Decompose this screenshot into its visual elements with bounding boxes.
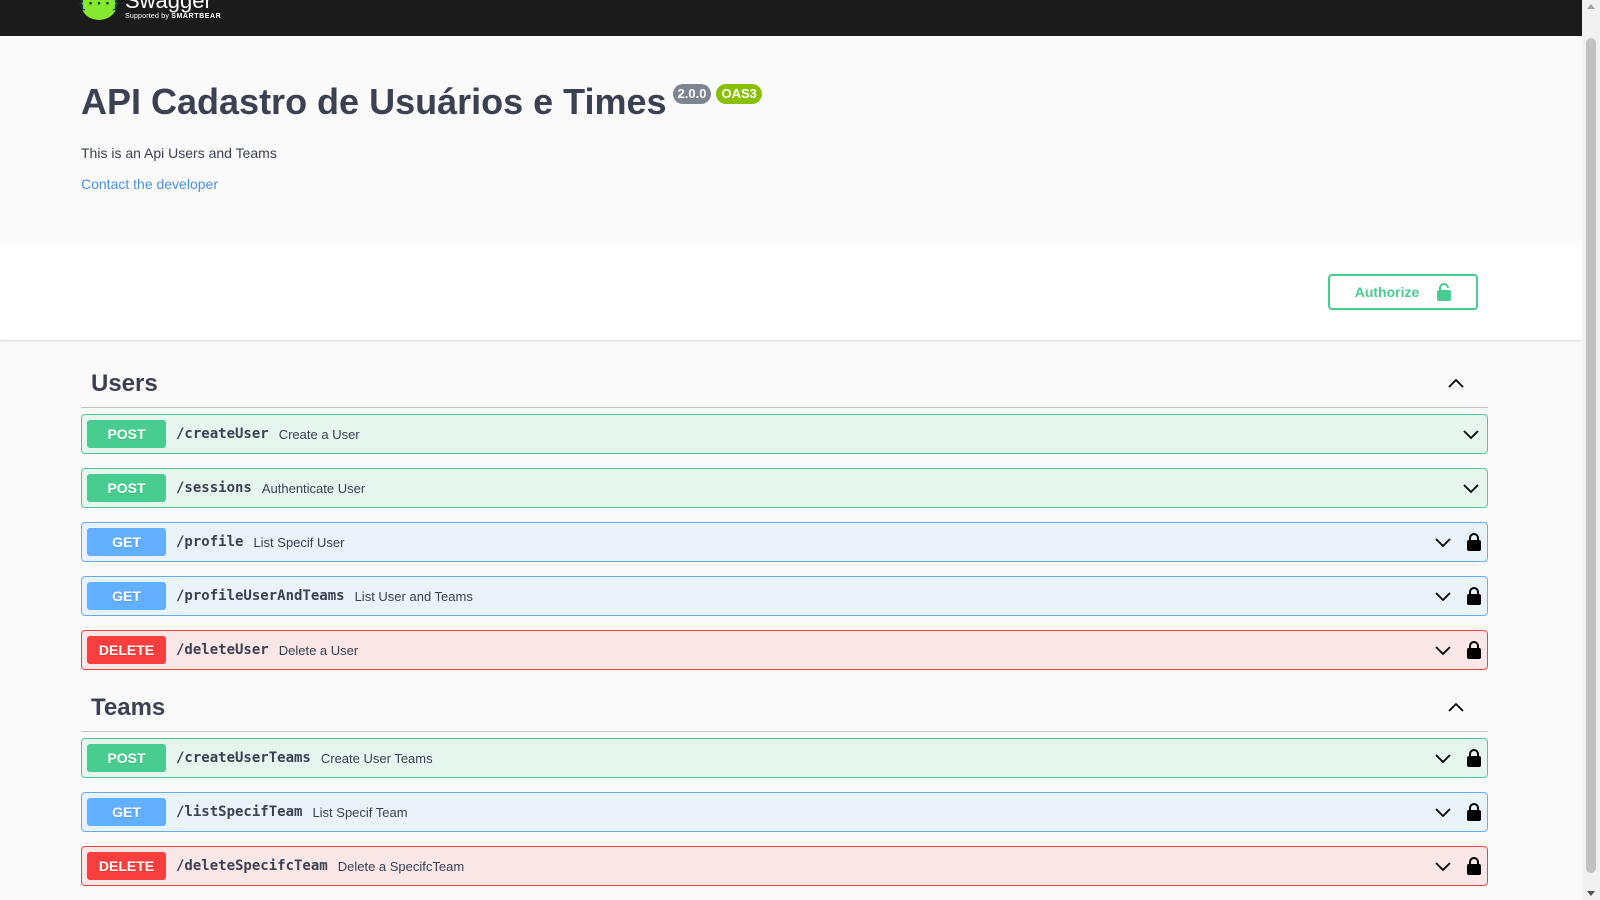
logo-name: Swagger [125, 0, 212, 13]
operation-controls [1433, 577, 1481, 615]
chevron-up-icon[interactable] [1446, 374, 1466, 394]
method-badge: GET [87, 582, 166, 610]
operation-get-profileuserandteams[interactable]: GET/profileUserAndTeams List User and Tea… [81, 576, 1488, 616]
authorize-button[interactable]: Authorize [1328, 274, 1478, 310]
contact-developer-link[interactable]: Contact the developer [81, 176, 218, 192]
scheme-container: Authorize [0, 246, 1582, 340]
chevron-down-icon[interactable] [1433, 802, 1453, 822]
lock-icon[interactable] [1467, 587, 1481, 605]
swagger-logo[interactable]: {···} Swagger Supported by SMARTBEAR [78, 0, 221, 20]
swagger-logo-icon: {···} [78, 0, 120, 20]
operation-path: /createUser [176, 426, 269, 442]
method-badge: DELETE [87, 852, 166, 880]
chevron-down-icon[interactable] [1433, 748, 1453, 768]
method-badge: GET [87, 798, 166, 826]
tag-section-teams: Teams POST/createUserTeams Create User Tea… [81, 684, 1488, 886]
operation-controls [1433, 523, 1481, 561]
method-badge: GET [87, 528, 166, 556]
lock-icon[interactable] [1467, 857, 1481, 875]
method-badge: POST [87, 474, 166, 502]
tag-section-users: Users POST/createUser Create a User POST/se… [81, 360, 1488, 670]
logo-sub: Supported by SMARTBEAR [125, 13, 221, 20]
tag-header[interactable]: Teams [81, 684, 1488, 732]
title-row: API Cadastro de Usuários e Times 2.0.0 O… [81, 80, 762, 124]
tag-header[interactable]: Users [81, 360, 1488, 408]
operation-controls [1433, 631, 1481, 669]
method-badge: POST [87, 420, 166, 448]
topbar: {···} Swagger Supported by SMARTBEAR [0, 0, 1582, 36]
operation-path: /profile [176, 534, 244, 550]
operation-post-sessions[interactable]: POST/sessions Authenticate User [81, 468, 1488, 508]
version-badge: 2.0.0 [672, 84, 712, 104]
logo-text: Swagger Supported by SMARTBEAR [125, 0, 221, 20]
logo-sub-brand: SMARTBEAR [171, 12, 222, 20]
chevron-down-icon[interactable] [1433, 532, 1453, 552]
operation-path: /sessions [176, 480, 252, 496]
operation-post-createuserteams[interactable]: POST/createUserTeams Create User Teams [81, 738, 1488, 778]
chevron-down-icon[interactable] [1461, 424, 1481, 444]
operation-get-profile[interactable]: GET/profile List Specif User [81, 522, 1488, 562]
logo-sub-prefix: Supported by [125, 12, 170, 20]
chevron-down-icon[interactable] [1461, 478, 1481, 498]
chevron-down-icon[interactable] [1433, 586, 1453, 606]
operation-summary: Delete a User [278, 642, 359, 658]
operation-delete-deleteuser[interactable]: DELETE/deleteUser Delete a User [81, 630, 1488, 670]
operation-summary: Create a User [278, 426, 360, 442]
lock-icon[interactable] [1467, 641, 1481, 659]
unlock-icon [1437, 283, 1452, 301]
operation-path: /deleteUser [176, 642, 269, 658]
api-info: API Cadastro de Usuários e Times 2.0.0 O… [0, 36, 1582, 246]
operation-controls [1433, 739, 1481, 777]
operation-path: /deleteSpecifcTeam [176, 858, 328, 874]
chevron-up-icon[interactable] [1446, 698, 1466, 718]
operation-summary: List Specif Team [312, 804, 408, 820]
operation-controls [1433, 793, 1481, 831]
operation-summary: Authenticate User [261, 480, 366, 496]
operation-post-createuser[interactable]: POST/createUser Create a User [81, 414, 1488, 454]
lock-icon[interactable] [1467, 749, 1481, 767]
lock-icon[interactable] [1467, 533, 1481, 551]
oas-badge: OAS3 [716, 84, 762, 104]
method-badge: DELETE [87, 636, 166, 664]
operation-path: /createUserTeams [176, 750, 311, 766]
lock-icon[interactable] [1467, 803, 1481, 821]
page-title: API Cadastro de Usuários e Times [81, 81, 667, 122]
scroll-up-icon[interactable] [1587, 4, 1595, 9]
operation-get-listspecifteam[interactable]: GET/listSpecifTeam List Specif Team [81, 792, 1488, 832]
tag-name: Users [91, 369, 158, 397]
tag-name: Teams [91, 693, 166, 721]
method-badge: POST [87, 744, 166, 772]
operation-path: /profileUserAndTeams [176, 588, 345, 604]
chevron-down-icon[interactable] [1433, 640, 1453, 660]
chevron-down-icon[interactable] [1433, 856, 1453, 876]
operation-controls [1461, 469, 1481, 507]
operation-delete-deletespecifcteam[interactable]: DELETE/deleteSpecifcTeam Delete a Specifc… [81, 846, 1488, 886]
scroll-thumb[interactable] [1586, 38, 1596, 873]
operation-summary: Delete a SpecifcTeam [337, 858, 465, 874]
operation-path: /listSpecifTeam [176, 804, 303, 820]
scrollbar[interactable] [1582, 0, 1600, 900]
operation-controls [1433, 847, 1481, 885]
operation-controls [1461, 415, 1481, 453]
scroll-down-icon[interactable] [1587, 891, 1595, 896]
operation-summary: List User and Teams [354, 588, 473, 604]
operation-summary: List Specif User [253, 534, 345, 550]
authorize-label: Authorize [1354, 284, 1420, 300]
operation-summary: Create User Teams [320, 750, 433, 766]
api-description: This is an Api Users and Teams [81, 145, 277, 161]
